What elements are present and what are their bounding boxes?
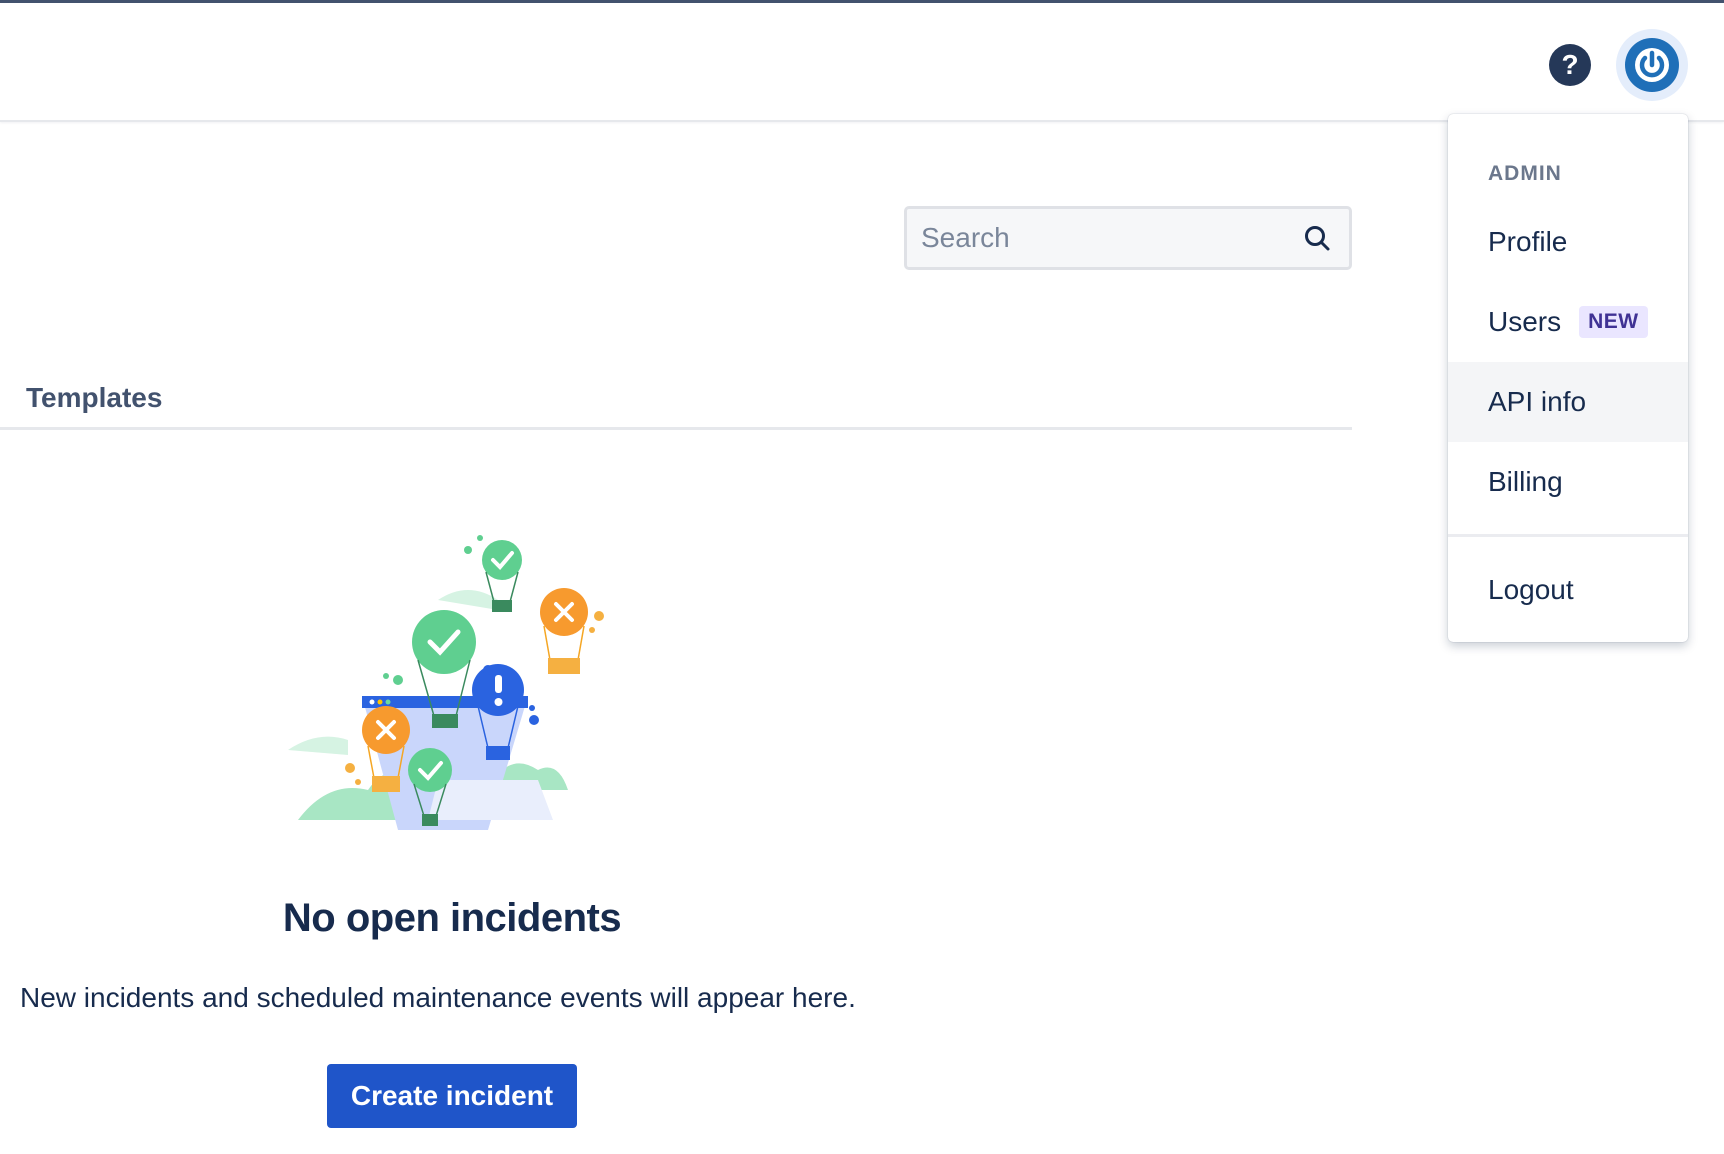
menu-item-label: Billing: [1488, 466, 1563, 497]
menu-item-api-info[interactable]: API info: [1448, 362, 1688, 442]
search-box: [904, 206, 1352, 270]
menu-item-users[interactable]: Users NEW: [1448, 282, 1688, 362]
create-incident-button[interactable]: Create incident: [327, 1064, 577, 1128]
user-menu-dropdown: ADMIN Profile Users NEW API info Billing…: [1448, 114, 1688, 642]
new-badge: NEW: [1579, 306, 1648, 338]
user-avatar-button[interactable]: [1616, 29, 1688, 101]
menu-item-logout[interactable]: Logout: [1448, 550, 1688, 630]
menu-item-billing[interactable]: Billing: [1448, 442, 1688, 522]
menu-item-label: Logout: [1488, 574, 1574, 605]
empty-state-title: No open incidents: [282, 896, 622, 940]
tab-templates[interactable]: Templates: [26, 382, 162, 414]
menu-item-label: Users: [1488, 306, 1562, 337]
avatar: [1625, 38, 1679, 92]
menu-item-label: API info: [1488, 386, 1587, 417]
menu-item-profile[interactable]: Profile: [1448, 202, 1688, 282]
search-icon[interactable]: [1303, 224, 1331, 252]
tabs-divider: [0, 427, 1352, 430]
hot-air-balloons-illustration: [288, 535, 604, 830]
power-icon: [1635, 48, 1669, 82]
top-header: ?: [0, 3, 1724, 122]
help-button[interactable]: ?: [1549, 44, 1591, 86]
menu-item-label: Profile: [1488, 226, 1568, 257]
search-input[interactable]: [907, 209, 1349, 267]
menu-divider: [1448, 534, 1688, 537]
question-mark-icon: ?: [1561, 49, 1579, 80]
empty-state-description: New incidents and scheduled maintenance …: [20, 982, 856, 1013]
menu-section-heading: ADMIN: [1488, 162, 1562, 185]
